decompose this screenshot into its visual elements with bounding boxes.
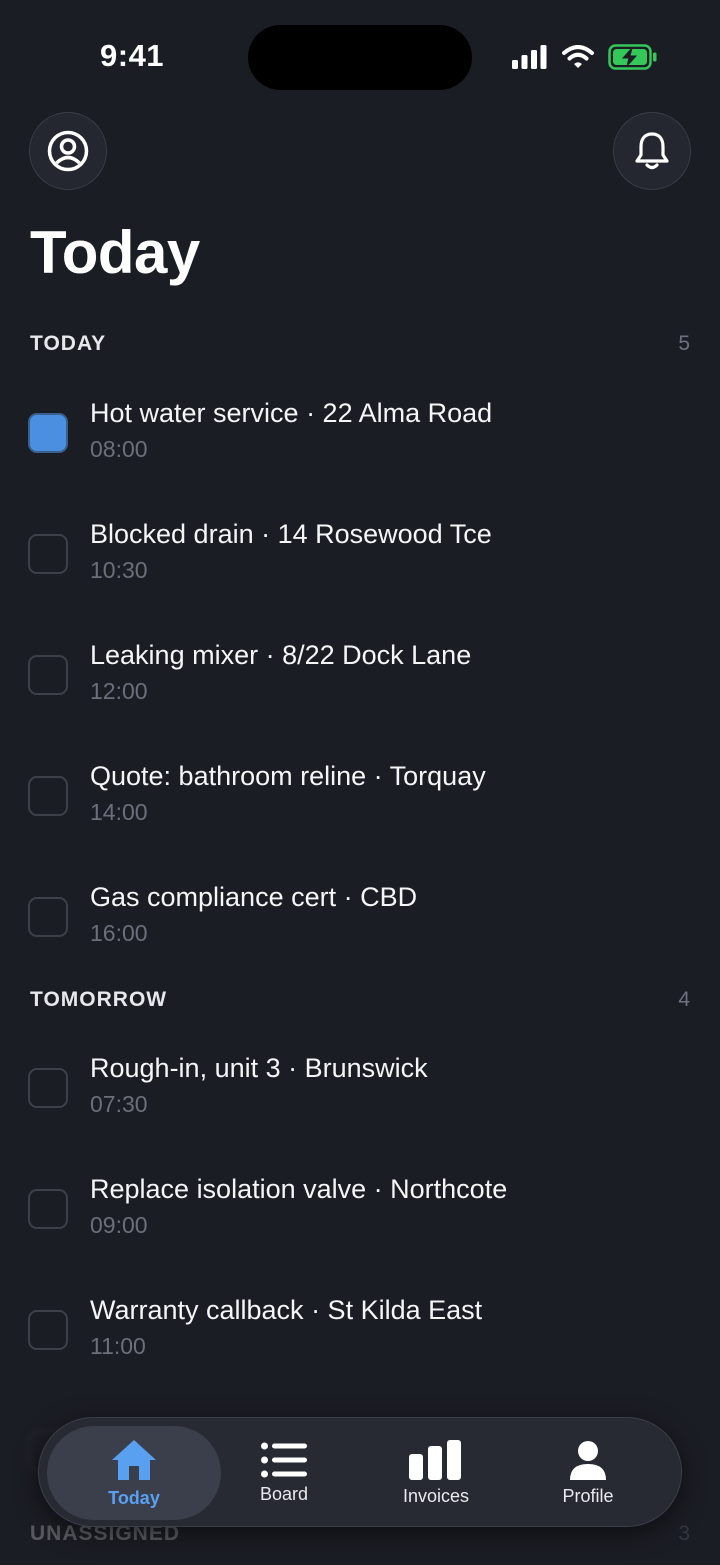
bell-icon [635,132,669,170]
section-header-today: TODAY 5 [30,332,690,356]
job-row[interactable]: Rough-in, unit 3 · Brunswick 07:30 [28,1053,690,1143]
section-count: 5 [678,332,690,355]
bar-chart-icon [409,1439,461,1480]
status-bar: 9:41 [0,0,720,110]
list-icon [261,1442,307,1477]
tab-label: Profile [562,1485,614,1506]
tab-board[interactable]: Board [209,1426,359,1520]
job-row[interactable]: Quote: bathroom reline · Torquay 14:00 [28,761,690,851]
tab-label: Invoices [402,1485,470,1506]
tab-label: Today [108,1487,160,1508]
section-label: TODAY [30,332,107,355]
job-checkbox[interactable] [28,776,68,816]
person-icon [570,1440,606,1480]
job-row[interactable]: Hot water service · 22 Alma Road 08:00 [28,398,690,488]
job-time: 12:00 [90,678,148,704]
tab-bar: Today Board Invoices Profile [38,1417,682,1527]
job-time: 08:00 [90,436,148,462]
job-time: 09:00 [90,1212,148,1238]
job-time: 16:00 [90,920,148,946]
job-checkbox[interactable] [28,1310,68,1350]
tab-invoices[interactable]: Invoices [361,1426,511,1520]
job-row[interactable]: Gas compliance cert · CBD 16:00 [28,882,690,972]
job-title: Leaking mixer · 8/22 Dock Lane [90,640,472,670]
dynamic-island [248,25,472,90]
user-circle-icon [47,130,89,172]
job-title: Hot water service · 22 Alma Road [90,398,493,428]
tab-today[interactable]: Today [47,1426,221,1520]
job-row[interactable]: Warranty callback · St Kilda East 11:00 [28,1295,690,1385]
section-header-tomorrow: TOMORROW 4 [30,988,690,1012]
status-icons [512,44,658,70]
job-checkbox[interactable] [28,655,68,695]
job-row[interactable]: Replace isolation valve · Northcote 09:0… [28,1174,690,1264]
section-count: 3 [678,1522,690,1545]
job-time: 11:00 [90,1333,146,1359]
job-time: 14:00 [90,799,148,825]
tab-label: Board [259,1483,309,1504]
job-checkbox[interactable] [28,534,68,574]
job-row[interactable]: Leaking mixer · 8/22 Dock Lane 12:00 [28,640,690,730]
signal-icon [512,45,547,69]
job-time: 10:30 [90,557,148,583]
job-time: 07:30 [90,1091,148,1117]
job-row[interactable]: Blocked drain · 14 Rosewood Tce 10:30 [28,519,690,609]
status-time: 9:41 [100,38,165,73]
job-title: Replace isolation valve · Northcote [90,1174,508,1204]
section-count: 4 [678,988,690,1011]
section-label: TOMORROW [30,988,168,1011]
house-icon [112,1439,156,1480]
battery-charging-icon [608,44,657,70]
job-title: Blocked drain · 14 Rosewood Tce [90,519,492,549]
tab-profile[interactable]: Profile [513,1426,663,1520]
job-checkbox[interactable] [28,1189,68,1229]
job-checkbox[interactable] [28,897,68,937]
job-checkbox[interactable] [28,413,68,453]
job-checkbox[interactable] [28,1068,68,1108]
wifi-icon [562,45,594,68]
job-title: Warranty callback · St Kilda East [90,1295,483,1325]
notifications-button[interactable] [613,112,691,190]
job-title: Gas compliance cert · CBD [90,882,418,912]
job-title: Quote: bathroom reline · Torquay [90,761,486,791]
page-title: Today [30,219,200,286]
job-title: Rough-in, unit 3 · Brunswick [90,1053,428,1083]
account-button[interactable] [29,112,107,190]
